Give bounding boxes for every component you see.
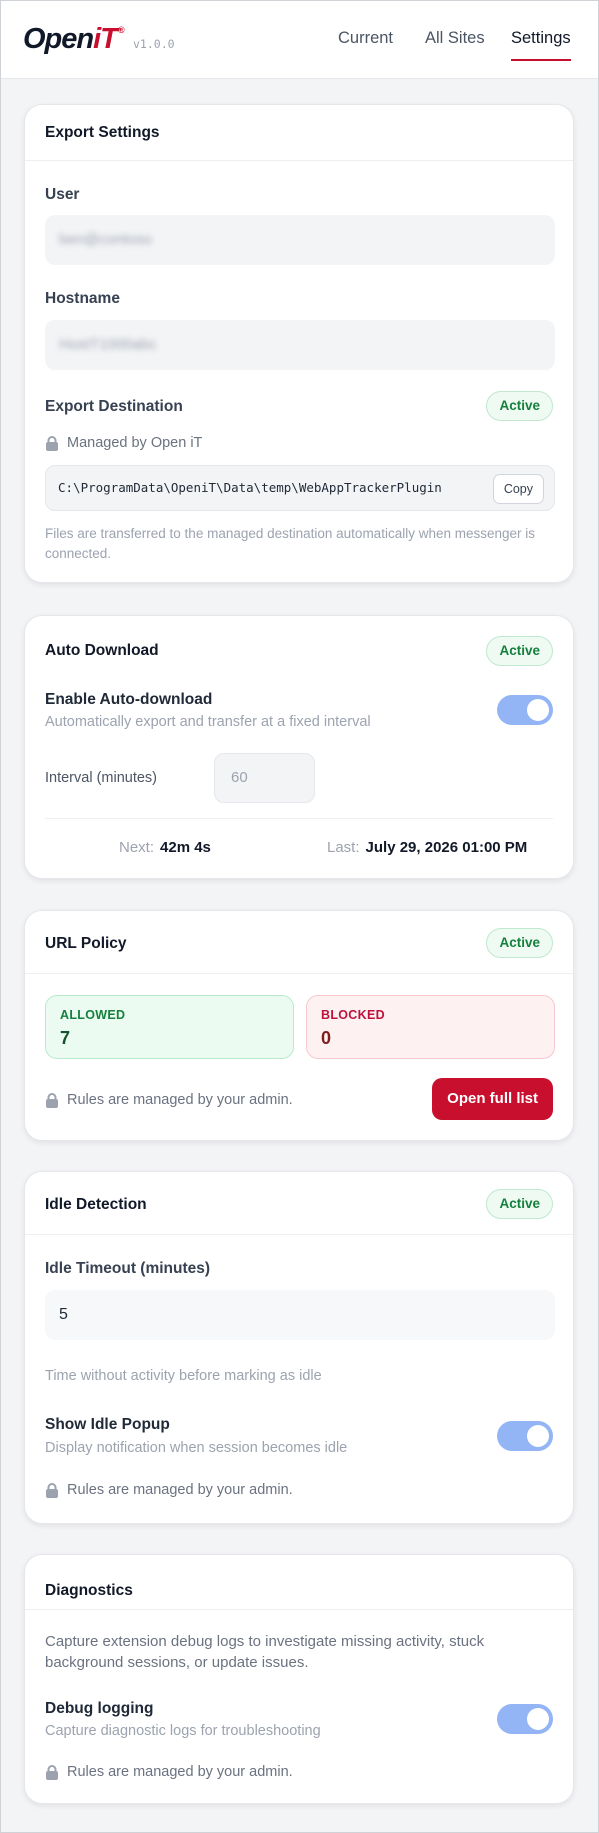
- show-idle-popup-desc: Display notification when session become…: [45, 1440, 348, 1456]
- managed-text: Rules are managed by your admin.: [67, 1764, 293, 1780]
- user-label: User: [45, 186, 80, 203]
- enable-auto-download-desc: Automatically export and transfer at a f…: [45, 714, 371, 730]
- managed-text: Rules are managed by your admin.: [67, 1482, 293, 1498]
- auto-download-card: Auto Download Active Enable Auto-downloa…: [24, 615, 574, 879]
- idle-timeout-input[interactable]: 5: [45, 1290, 555, 1340]
- interval-input[interactable]: 60: [214, 753, 315, 803]
- divider: [25, 1234, 573, 1235]
- last-run: Last: July 29, 2026 01:00 PM: [327, 839, 528, 856]
- show-idle-popup-label: Show Idle Popup: [45, 1416, 170, 1433]
- idle-popup-toggle[interactable]: [497, 1421, 553, 1451]
- url-policy-card: URL Policy Active ALLOWED 7 BLOCKED 0 Ru…: [24, 910, 574, 1141]
- card-title: Idle Detection: [45, 1196, 147, 1213]
- blocked-label: BLOCKED: [321, 1008, 385, 1022]
- status-badge: Active: [486, 928, 553, 958]
- auto-download-toggle[interactable]: [497, 695, 553, 725]
- hostname-label: Hostname: [45, 290, 120, 307]
- app-frame: OpeniT® v1.0.0 Current All Sites Setting…: [0, 0, 599, 1833]
- managed-note: Rules are managed by your admin.: [45, 1764, 293, 1780]
- diagnostics-description: Capture extension debug logs to investig…: [45, 1633, 485, 1671]
- diagnostics-card: Diagnostics Capture extension debug logs…: [24, 1554, 574, 1804]
- top-header: OpeniT® v1.0.0 Current All Sites Setting…: [1, 1, 598, 79]
- managed-note: Rules are managed by your admin.: [45, 1482, 293, 1498]
- status-badge: Active: [486, 636, 553, 666]
- idle-timeout-desc: Time without activity before marking as …: [45, 1368, 322, 1384]
- managed-text: Rules are managed by your admin.: [67, 1092, 293, 1108]
- export-settings-card: Export Settings User ben@contoso Hostnam…: [24, 104, 574, 583]
- lock-icon: [45, 435, 59, 451]
- copy-button[interactable]: Copy: [492, 474, 544, 504]
- allowed-count-box: ALLOWED 7: [45, 995, 294, 1059]
- version-label: v1.0.0: [133, 37, 175, 51]
- tab-current[interactable]: Current: [338, 29, 393, 59]
- interval-label: Interval (minutes): [45, 770, 158, 786]
- destination-path: C:\ProgramData\OpeniT\Data\temp\WebAppTr…: [58, 480, 442, 495]
- lock-icon: [45, 1482, 59, 1498]
- idle-detection-card: Idle Detection Active Idle Timeout (minu…: [24, 1171, 574, 1524]
- hostname-field: HostT1000abc: [45, 320, 555, 370]
- managed-note: Managed by Open iT: [45, 435, 202, 451]
- toggle-knob: [527, 1708, 549, 1730]
- debug-logging-desc: Capture diagnostic logs for troubleshoot…: [45, 1723, 321, 1739]
- open-full-list-button[interactable]: Open full list: [432, 1078, 553, 1120]
- user-field: ben@contoso: [45, 215, 555, 265]
- card-title: Diagnostics: [45, 1582, 133, 1599]
- tab-settings[interactable]: Settings: [511, 29, 571, 61]
- card-title: Auto Download: [45, 642, 159, 659]
- idle-timeout-label: Idle Timeout (minutes): [45, 1260, 211, 1277]
- debug-logging-toggle[interactable]: [497, 1704, 553, 1734]
- divider: [45, 818, 553, 819]
- allowed-label: ALLOWED: [60, 1008, 126, 1022]
- toggle-knob: [527, 1425, 549, 1447]
- enable-auto-download-label: Enable Auto-download: [45, 691, 213, 708]
- managed-text: Managed by Open iT: [67, 435, 203, 451]
- managed-note: Rules are managed by your admin.: [45, 1092, 293, 1108]
- card-title: URL Policy: [45, 935, 127, 952]
- destination-path-box: C:\ProgramData\OpeniT\Data\temp\WebAppTr…: [45, 465, 555, 511]
- debug-logging-label: Debug logging: [45, 1700, 154, 1717]
- divider: [25, 1609, 573, 1610]
- allowed-count: 7: [60, 1028, 71, 1048]
- status-badge: Active: [486, 391, 553, 421]
- blocked-count: 0: [321, 1028, 332, 1048]
- openit-logo: OpeniT®: [23, 23, 124, 55]
- card-title: Export Settings: [45, 124, 160, 141]
- export-destination-label: Export Destination: [45, 398, 183, 415]
- toggle-knob: [527, 699, 549, 721]
- lock-icon: [45, 1092, 59, 1108]
- next-run: Next: 42m 4s: [119, 839, 211, 856]
- lock-icon: [45, 1764, 59, 1780]
- status-badge: Active: [486, 1189, 553, 1219]
- blocked-count-box: BLOCKED 0: [306, 995, 555, 1059]
- tab-all-sites[interactable]: All Sites: [425, 29, 485, 59]
- transfer-note: Files are transferred to the managed des…: [45, 526, 536, 561]
- divider: [25, 160, 573, 161]
- divider: [25, 973, 573, 974]
